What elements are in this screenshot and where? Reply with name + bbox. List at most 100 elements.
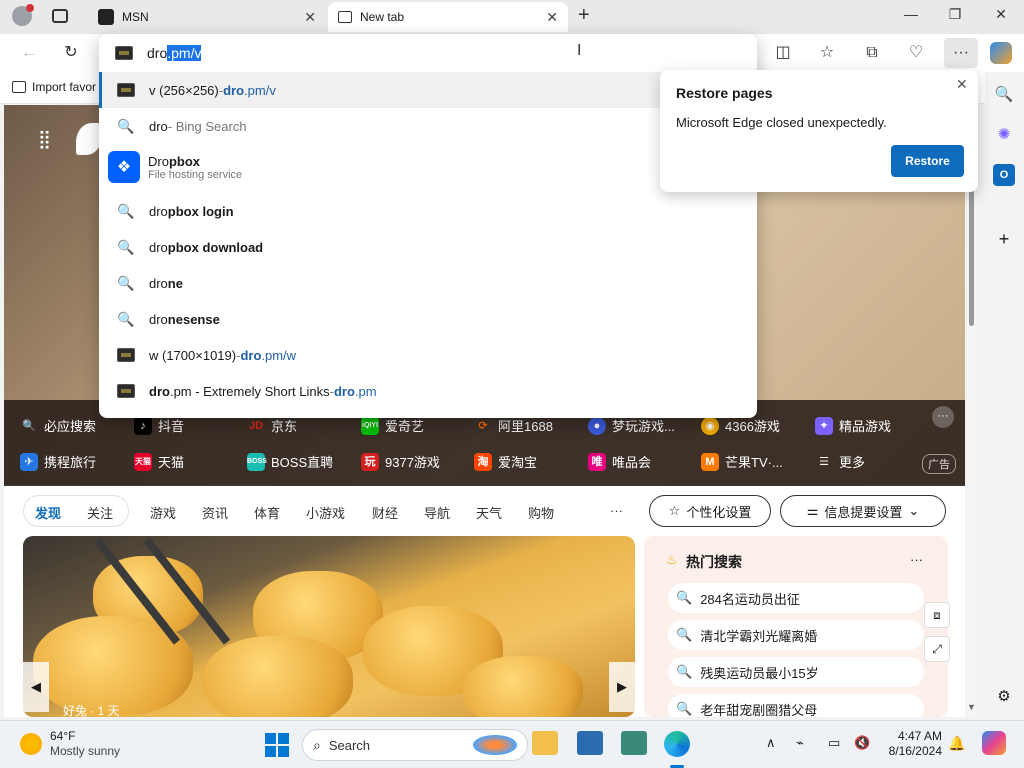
suggestion-item[interactable]: 🔍 dro pbox download [99,229,757,265]
apps-grid-icon[interactable]: ⣿ [38,129,52,150]
collections-icon[interactable]: ⧉ [861,42,883,64]
hot-search-item[interactable]: 🔍 老年甜宠剧圈猎父母 [668,694,924,717]
scrollbar-thumb[interactable] [969,186,974,326]
app-icon[interactable] [577,731,603,755]
weather-widget[interactable]: 64°F Mostly sunny [20,729,120,759]
feedback-icon[interactable]: ⧈ [924,602,950,628]
more-menu-icon[interactable]: ··· [944,38,978,68]
quicklink[interactable]: 淘爱淘宝 [474,452,537,471]
suggestion-item[interactable]: ❖ Dropbox File hosting service [99,144,757,190]
tab-sports[interactable]: 体育 [254,503,280,522]
import-favorites-link[interactable]: Import favor [12,80,96,94]
expand-icon[interactable]: ⤢ [924,636,950,662]
tab-news[interactable]: 资讯 [202,503,228,522]
hot-search-item[interactable]: 🔍 284名运动员出征 [668,583,924,613]
chevron-up-icon[interactable]: ∧ [766,735,776,751]
refresh-icon[interactable]: ↻ [60,42,82,64]
personalize-button[interactable]: ☆ 个性化设置 [649,495,771,527]
sidebar-outlook-icon[interactable]: O [993,164,1015,186]
close-window-button[interactable]: ✕ [986,6,1016,28]
sidebar-copilot-icon[interactable]: ✺ [993,124,1015,146]
feed-card-image[interactable]: ◀ ▶ 好兔 · 1 天 [23,536,635,717]
tab-games[interactable]: 游戏 [150,503,176,522]
sidebar-add-icon[interactable]: + [993,228,1015,250]
quicklink[interactable]: ✦ 精品游戏 [815,416,891,435]
notification-bell-icon[interactable]: 🔔 [948,735,965,752]
quicklink[interactable]: ♪ 抖音 [134,416,184,435]
hot-search-item[interactable]: 🔍 清北学霸刘光耀离婚 [668,620,924,650]
edge-icon[interactable] [664,731,690,757]
quicklink[interactable]: 天猫 天猫 [134,452,184,471]
quicklink[interactable]: BOSS BOSS直聘 [247,452,333,471]
hot-search-more-button[interactable]: ··· [910,552,923,567]
tab-discover[interactable]: 发现 [35,503,61,522]
prev-arrow-button[interactable]: ◀ [23,662,49,712]
suggestion-item[interactable]: 🔍 dro ne [99,265,757,301]
quicklink[interactable]: iQIYI 爱奇艺 [361,416,424,435]
restore-button[interactable]: ❐ [940,6,970,28]
suggestion-item[interactable]: dro .pm - Extremely Short Links - dro .pm [99,373,757,409]
tab-more[interactable]: ··· [610,503,623,518]
close-tab-icon[interactable]: ✕ [304,9,316,26]
back-icon[interactable]: ← [18,42,40,64]
tab-weather[interactable]: 天气 [476,503,502,522]
quicklink[interactable]: ✈ 携程旅行 [20,452,96,471]
ctrip-icon: ✈ [20,452,38,471]
suggestion-item[interactable]: v (256×256) - dro .pm/v [99,72,757,108]
quicklink[interactable]: 🔍 必应搜索 [20,416,96,435]
network-icon[interactable]: ⌁ [796,735,804,751]
hot-search-title: 热门搜索 [686,554,742,570]
quicklink[interactable]: ☰ 更多 [815,452,865,471]
tab-finance[interactable]: 财经 [372,503,398,522]
next-arrow-button[interactable]: ▶ [609,662,635,712]
suggestion-item[interactable]: 🔍 dro pbox login [99,193,757,229]
tab-new-tab[interactable]: New tab ✕ [328,2,568,32]
game-globe-icon: ● [588,416,606,435]
page-scrollbar[interactable]: ▼ [967,106,977,716]
tab-shopping[interactable]: 购物 [528,503,554,522]
restore-button[interactable]: Restore [891,145,964,177]
display-icon[interactable]: ▭ [828,735,840,751]
quicklink[interactable]: ● 梦玩游戏... [588,416,675,435]
start-button[interactable] [265,733,289,757]
sliders-icon: ⚌ [806,503,819,518]
profile-icon[interactable] [12,4,34,26]
minimize-button[interactable]: — [896,6,926,28]
close-popup-button[interactable]: ✕ [956,76,968,93]
notification-dot [26,4,34,12]
quicklink[interactable]: 唯唯品会 [588,452,651,471]
taskbar-search-box[interactable]: ⌕ Search [302,729,528,761]
sidebar-search-icon[interactable]: 🔍 [993,84,1015,106]
tab-follow[interactable]: 关注 [87,503,113,522]
clock[interactable]: 4:47 AM 8/16/2024 [884,729,942,759]
hot-search-item[interactable]: 🔍 残奥运动员最小15岁 [668,657,924,687]
browser-essentials-icon[interactable]: ♡ [905,42,927,64]
copilot-icon[interactable] [990,42,1012,64]
file-explorer-icon[interactable] [532,731,558,755]
quicklink[interactable]: ⟳ 阿里1688 [474,416,553,435]
split-screen-icon[interactable]: ◫ [772,42,794,64]
sidebar-settings-icon[interactable]: ⚙ [993,686,1015,708]
quicklinks-more-button[interactable]: ··· [932,406,954,428]
suggestion-item[interactable]: w (1700×1019) - dro .pm/w [99,337,757,373]
suggestion-item[interactable]: 🔍 dro - Bing Search [99,108,757,144]
volume-icon[interactable]: 🔇 [854,735,870,751]
app-icon[interactable] [621,731,647,755]
address-bar-input[interactable]: dro .pm/v I [99,34,757,72]
tab-msn[interactable]: MSN ✕ [88,2,326,32]
quicklink[interactable]: JD 京东 [247,416,297,435]
scroll-down-arrow-icon[interactable]: ▼ [967,702,976,712]
tab-minigames[interactable]: 小游戏 [306,503,345,522]
tab-navigation[interactable]: 导航 [424,503,450,522]
new-tab-button[interactable]: + [578,4,590,27]
close-tab-icon[interactable]: ✕ [546,9,558,26]
tab-actions-icon[interactable] [52,9,68,23]
feed-settings-button[interactable]: ⚌ 信息提要设置 ⌄ [780,495,946,527]
favorites-icon[interactable]: ☆ [816,42,838,64]
suggestion-item[interactable]: 🔍 dro nesense [99,301,757,337]
copilot-taskbar-icon[interactable] [982,731,1006,755]
quicklink[interactable]: M 芒果TV·... [701,452,783,471]
alibaba-icon: ⟳ [478,419,488,432]
quicklink[interactable]: 玩 9377游戏 [361,452,440,471]
quicklink[interactable]: ◉ 4366游戏 [701,416,780,435]
